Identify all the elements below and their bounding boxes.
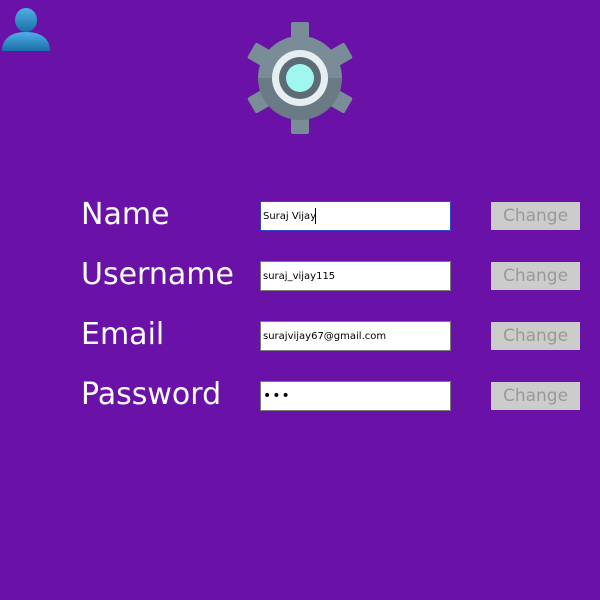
password-label: Password [81, 377, 222, 412]
change-username-button[interactable]: Change [491, 262, 580, 290]
text-caret [315, 208, 316, 224]
name-label: Name [81, 197, 170, 232]
change-email-button[interactable]: Change [491, 322, 580, 350]
email-input[interactable] [260, 321, 451, 351]
email-label: Email [81, 317, 165, 352]
account-settings-window: Name Change Username Change Email Change… [0, 0, 600, 600]
user-avatar-icon[interactable] [0, 4, 52, 52]
field-row-email: Email Change [0, 317, 600, 353]
gear-icon [247, 22, 353, 134]
field-row-password: Password Change [0, 377, 600, 413]
change-password-button[interactable]: Change [491, 382, 580, 410]
username-label: Username [81, 257, 234, 292]
field-row-username: Username Change [0, 257, 600, 293]
change-name-button[interactable]: Change [491, 202, 580, 230]
field-row-name: Name Change [0, 197, 600, 233]
username-input[interactable] [260, 261, 451, 291]
name-input[interactable] [260, 201, 451, 231]
password-input[interactable] [260, 381, 451, 411]
